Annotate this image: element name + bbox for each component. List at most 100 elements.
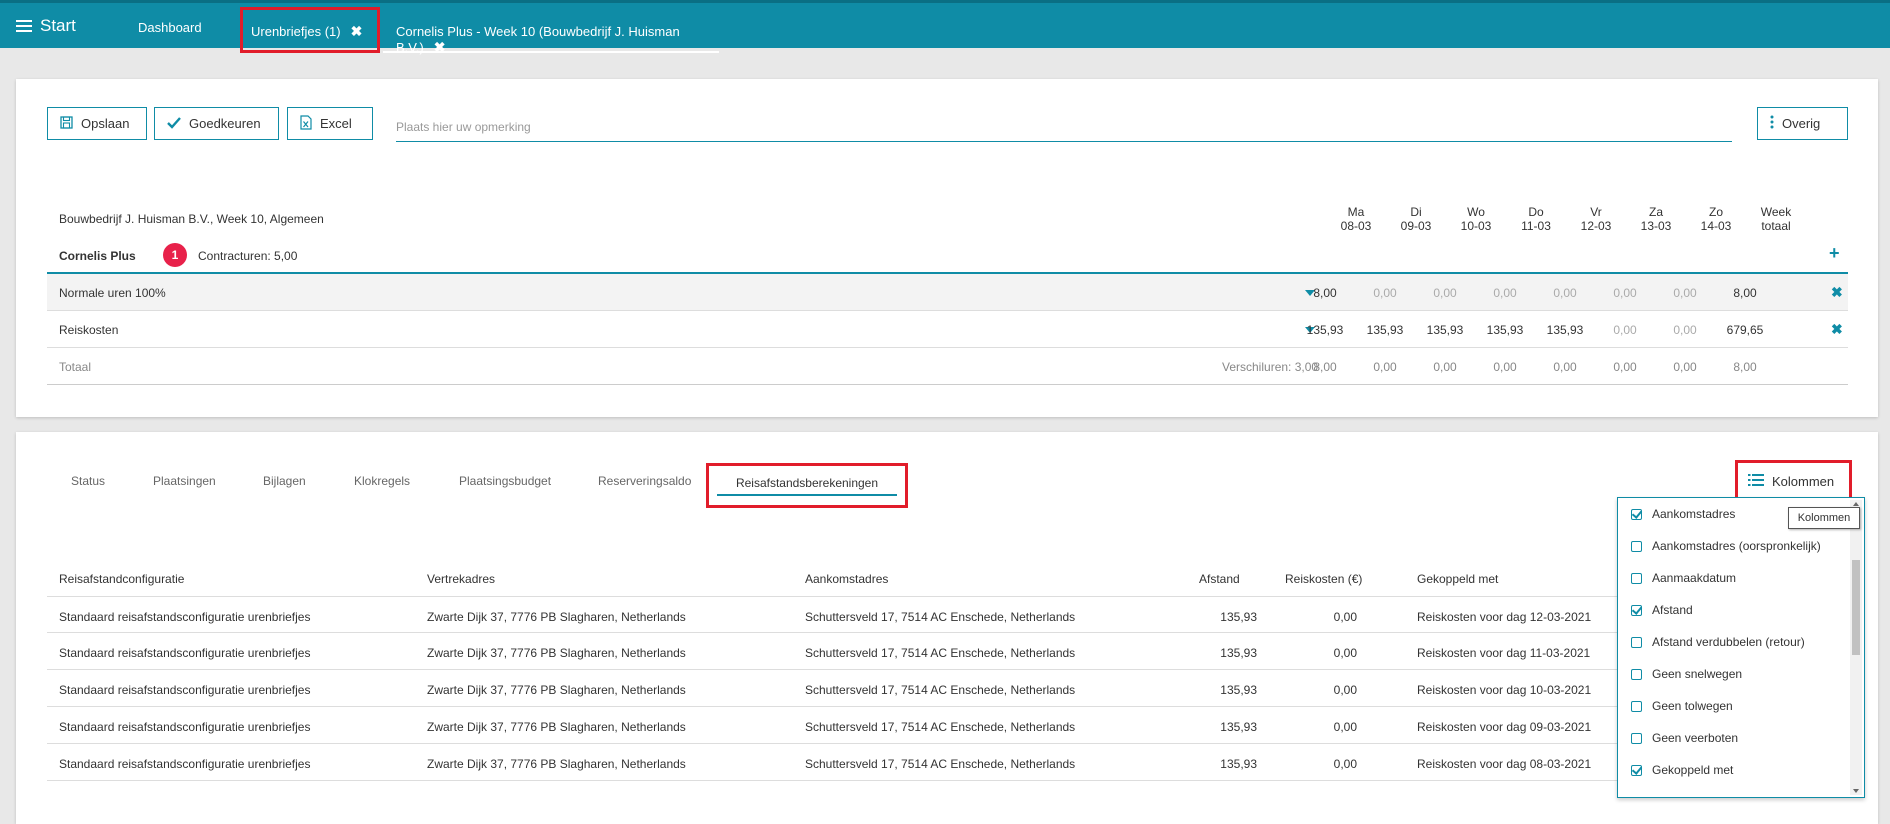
- checkbox-icon[interactable]: [1631, 668, 1642, 680]
- column-option-gekoppeld-met[interactable]: Gekoppeld met: [1631, 763, 1733, 777]
- columns-dropdown[interactable]: Aankomstadres Aankomstadres (oorspronkel…: [1617, 497, 1865, 798]
- save-button[interactable]: Opslaan: [47, 107, 147, 140]
- contract-hours: Contracturen: 5,00: [198, 249, 298, 263]
- more-options-button[interactable]: Overig: [1757, 107, 1848, 140]
- tab-reisafstandsberekeningen[interactable]: Reisafstandsberekeningen: [706, 463, 908, 508]
- column-option-afstand-verdubbelen[interactable]: Afstand verdubbelen (retour): [1631, 635, 1805, 649]
- checkbox-icon[interactable]: [1631, 572, 1642, 584]
- checkbox-checked-icon[interactable]: [1631, 508, 1642, 520]
- start-menu-button[interactable]: Start: [16, 16, 76, 36]
- day-date: 08-03: [1340, 219, 1372, 233]
- cell-config: Standaard reisafstandsconfiguratie urenb…: [59, 610, 311, 624]
- tab-dashboard[interactable]: Dashboard: [138, 20, 202, 35]
- checkbox-icon[interactable]: [1631, 732, 1642, 744]
- tab-urenbriefjes[interactable]: Urenbriefjes (1) ✖: [240, 7, 380, 53]
- hour-cell[interactable]: 135,93: [1295, 323, 1355, 337]
- cell-costs: 0,00: [1333, 720, 1357, 734]
- cell-departure: Zwarte Dijk 37, 7776 PB Slagharen, Nethe…: [427, 757, 686, 771]
- hour-cell[interactable]: 135,93: [1475, 323, 1535, 337]
- totals-row: Totaal Verschiluren: 3,00 8,00 0,00 0,00…: [47, 348, 1848, 385]
- cell-config: Standaard reisafstandsconfiguratie urenb…: [59, 720, 311, 734]
- remark-input[interactable]: Plaats hier uw opmerking: [396, 117, 1732, 142]
- tab-klokregels[interactable]: Klokregels: [354, 474, 410, 488]
- columns-button-label: Kolommen: [1772, 473, 1835, 489]
- week-title: Bouwbedrijf J. Huisman B.V., Week 10, Al…: [59, 212, 324, 226]
- table-row[interactable]: Standaard reisafstandsconfiguratie urenb…: [47, 596, 1627, 633]
- tab-status[interactable]: Status: [71, 474, 105, 488]
- day-date: 11-03: [1521, 219, 1551, 233]
- hour-cell[interactable]: 0,00: [1415, 286, 1475, 300]
- column-header[interactable]: Aankomstadres: [805, 572, 888, 586]
- hour-cell[interactable]: 0,00: [1655, 323, 1715, 337]
- remove-row-icon[interactable]: ✖: [1831, 321, 1843, 338]
- cell-linked: Reiskosten voor dag 09-03-2021: [1417, 720, 1592, 734]
- hour-cell[interactable]: 0,00: [1475, 286, 1535, 300]
- notification-badge[interactable]: 1: [163, 243, 187, 267]
- hour-cell[interactable]: 135,93: [1535, 323, 1595, 337]
- close-icon[interactable]: ✖: [434, 39, 446, 55]
- day-header-di: Di 09-03: [1386, 205, 1446, 233]
- day-name: Zo: [1708, 205, 1723, 219]
- hour-cell[interactable]: 135,93: [1415, 323, 1475, 337]
- checkbox-icon[interactable]: [1631, 700, 1642, 712]
- dropdown-scrollbar[interactable]: [1850, 500, 1862, 795]
- tab-urenbriefjes-label: Urenbriefjes (1): [251, 24, 341, 39]
- table-row[interactable]: Standaard reisafstandsconfiguratie urenb…: [47, 744, 1627, 781]
- tab-bijlagen[interactable]: Bijlagen: [263, 474, 306, 488]
- columns-button[interactable]: Kolommen: [1735, 460, 1852, 502]
- details-panel: Status Plaatsingen Bijlagen Klokregels P…: [16, 432, 1878, 824]
- remove-row-icon[interactable]: ✖: [1831, 284, 1843, 301]
- approve-button[interactable]: Goedkeuren: [154, 107, 279, 140]
- checkbox-checked-icon[interactable]: [1631, 604, 1642, 616]
- column-header[interactable]: Vertrekadres: [427, 572, 495, 586]
- hour-cell[interactable]: 0,00: [1655, 286, 1715, 300]
- column-header[interactable]: Gekoppeld met: [1417, 572, 1498, 586]
- list-icon: [1748, 473, 1764, 490]
- totals-label: Totaal: [59, 360, 92, 374]
- save-label: Opslaan: [81, 116, 130, 131]
- total-cell: 0,00: [1433, 360, 1457, 374]
- checkbox-checked-icon[interactable]: [1631, 764, 1642, 776]
- table-row[interactable]: Standaard reisafstandsconfiguratie urenb…: [47, 707, 1627, 744]
- column-option-aanmaakdatum[interactable]: Aanmaakdatum: [1631, 571, 1736, 585]
- scrollbar-thumb[interactable]: [1852, 560, 1860, 655]
- column-header[interactable]: Reiskosten (€): [1285, 572, 1362, 586]
- row-total: 8,00: [1733, 286, 1757, 300]
- hour-cell[interactable]: 135,93: [1355, 323, 1415, 337]
- column-header[interactable]: Afstand: [1199, 572, 1240, 586]
- add-row-icon[interactable]: +: [1829, 243, 1840, 264]
- employee-name[interactable]: Cornelis Plus: [59, 249, 136, 263]
- column-option-aankomstadres-orig[interactable]: Aankomstadres (oorspronkelijk): [1631, 539, 1821, 553]
- close-icon[interactable]: ✖: [351, 23, 363, 39]
- scroll-down-icon[interactable]: [1853, 789, 1859, 793]
- approve-label: Goedkeuren: [189, 116, 261, 131]
- day-header-za: Za 13-03: [1626, 205, 1686, 233]
- column-option-label: Gekoppeld met: [1652, 763, 1734, 777]
- tab-reserveringsaldo[interactable]: Reserveringsaldo: [598, 474, 691, 488]
- cell-arrival: Schuttersveld 17, 7514 AC Enschede, Neth…: [805, 683, 1076, 697]
- checkbox-icon[interactable]: [1631, 636, 1642, 648]
- hour-cell[interactable]: 0,00: [1355, 286, 1415, 300]
- table-row[interactable]: Standaard reisafstandsconfiguratie urenb…: [47, 633, 1627, 670]
- total-cell: 0,00: [1553, 360, 1577, 374]
- column-header[interactable]: Reisafstandconfiguratie: [59, 572, 184, 586]
- hour-cell[interactable]: 0,00: [1595, 323, 1655, 337]
- hour-cell[interactable]: 0,00: [1595, 286, 1655, 300]
- checkbox-icon[interactable]: [1631, 540, 1642, 552]
- scroll-up-icon[interactable]: [1853, 502, 1859, 506]
- tab-plaatsingsbudget[interactable]: Plaatsingsbudget: [459, 474, 551, 488]
- column-option-afstand[interactable]: Afstand: [1631, 603, 1693, 617]
- cell-arrival: Schuttersveld 17, 7514 AC Enschede, Neth…: [805, 720, 1076, 734]
- cell-costs: 0,00: [1333, 610, 1357, 624]
- column-option-geen-veerboten[interactable]: Geen veerboten: [1631, 731, 1738, 745]
- tab-plaatsingen[interactable]: Plaatsingen: [153, 474, 216, 488]
- excel-export-button[interactable]: Excel: [287, 107, 373, 140]
- tab-cornelis-week[interactable]: Cornelis Plus - Week 10 (Bouwbedrijf J. …: [383, 7, 719, 55]
- hour-cell[interactable]: 8,00: [1295, 286, 1355, 300]
- grand-total: 8,00: [1733, 360, 1757, 374]
- column-option-aankomstadres[interactable]: Aankomstadres: [1631, 507, 1735, 521]
- column-option-geen-tolwegen[interactable]: Geen tolwegen: [1631, 699, 1733, 713]
- hour-cell[interactable]: 0,00: [1535, 286, 1595, 300]
- table-row[interactable]: Standaard reisafstandsconfiguratie urenb…: [47, 670, 1627, 707]
- column-option-geen-snelwegen[interactable]: Geen snelwegen: [1631, 667, 1742, 681]
